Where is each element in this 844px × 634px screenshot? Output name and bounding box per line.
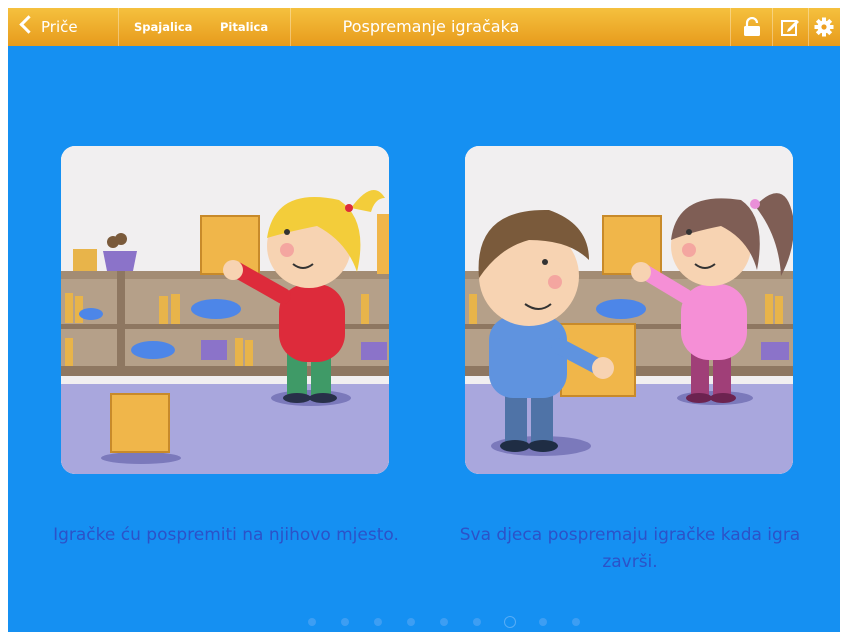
back-button[interactable]: Priče (12, 8, 112, 46)
page-dot[interactable] (407, 618, 415, 626)
story-card-2[interactable] (465, 146, 793, 474)
settings-button[interactable] (808, 8, 840, 46)
tab-spajalica[interactable]: Spajalica (134, 8, 192, 46)
story-caption-2: Sva djeca pospremaju igračke kada igra z… (459, 525, 801, 572)
illustration-children-tidying-toys (465, 146, 793, 474)
page-dot[interactable] (308, 618, 316, 626)
divider (730, 8, 731, 46)
illustration-girl-tidying-toys (61, 146, 389, 474)
divider (118, 8, 119, 46)
gear-icon (814, 17, 834, 37)
page-dot[interactable] (473, 618, 481, 626)
top-bar: Priče Spajalica Pitalica Pospremanje igr… (8, 8, 840, 46)
page-dot[interactable] (341, 618, 349, 626)
back-label: Priče (41, 18, 78, 36)
app-frame: Priče Spajalica Pitalica Pospremanje igr… (8, 8, 840, 632)
edit-icon (781, 20, 799, 36)
page-indicator[interactable] (8, 614, 840, 630)
page-dot[interactable] (440, 618, 448, 626)
page-dot-active[interactable] (504, 616, 516, 628)
story-caption-1: Igračke ću pospremiti na njihovo mjesto. (53, 525, 399, 545)
page-title: Pospremanje igračaka (342, 17, 520, 36)
lock-open-icon (744, 17, 760, 36)
tab-pitalica[interactable]: Pitalica (220, 8, 268, 46)
page-dot[interactable] (374, 618, 382, 626)
story-card-1[interactable] (61, 146, 389, 474)
lock-button[interactable] (732, 8, 772, 46)
edit-button[interactable] (772, 8, 808, 46)
divider (290, 8, 291, 46)
chevron-left-icon (19, 15, 38, 34)
page-dot[interactable] (539, 618, 547, 626)
page-dot[interactable] (572, 618, 580, 626)
